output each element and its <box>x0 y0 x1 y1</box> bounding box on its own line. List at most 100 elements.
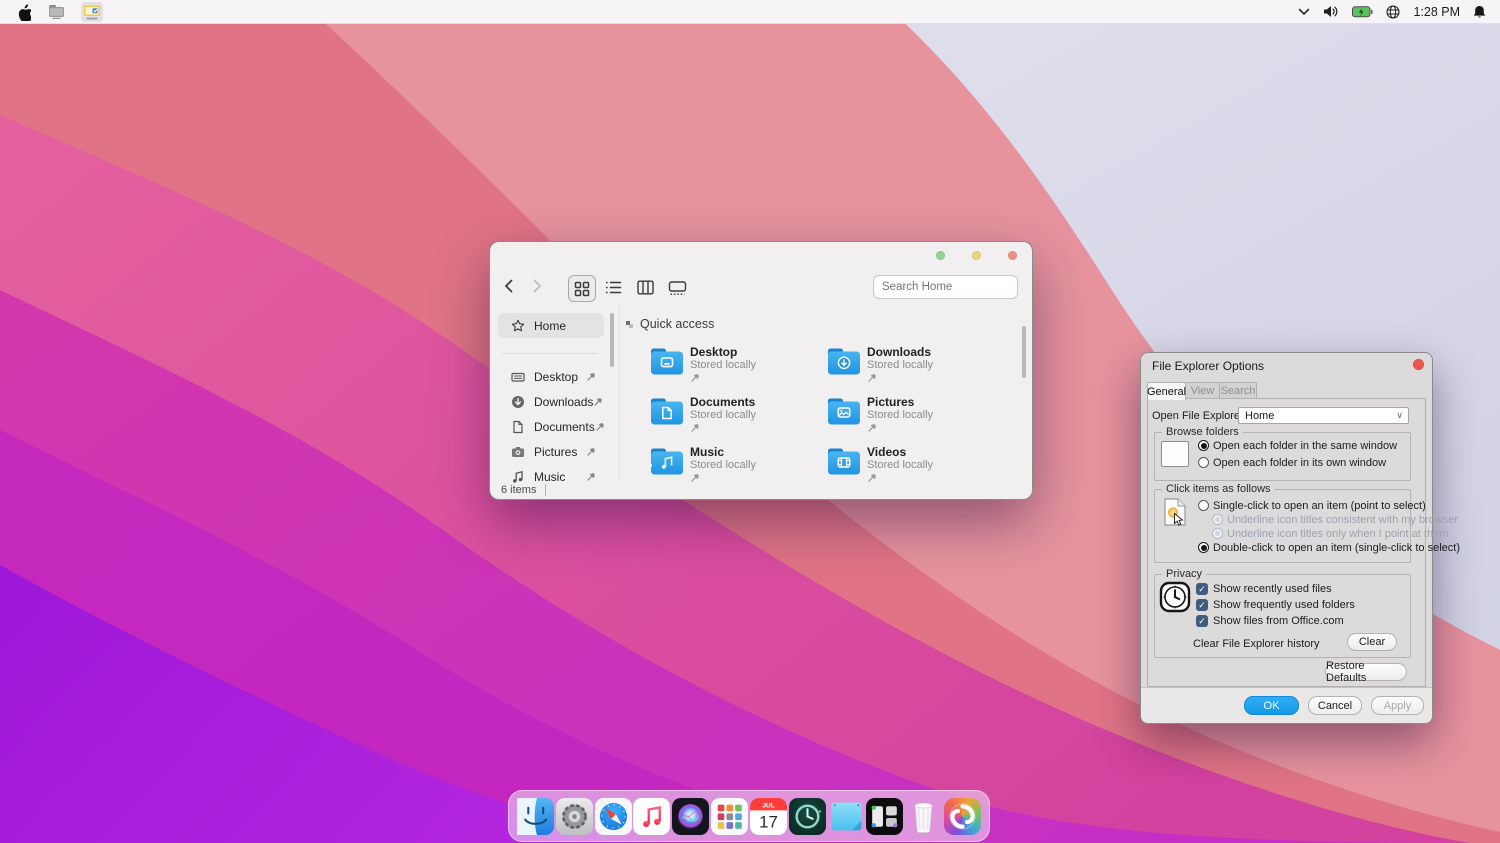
sidebar-item-downloads[interactable]: Downloads <box>498 389 604 414</box>
checkbox-recent-files[interactable]: ✓ <box>1196 583 1208 595</box>
sidebar-scrollbar[interactable] <box>610 313 614 367</box>
quick-access-header[interactable]: Quick access <box>626 317 714 331</box>
checkbox-recent-files-label[interactable]: Show recently used files <box>1213 583 1332 595</box>
radio-same-window-label[interactable]: Open each folder in the same window <box>1213 440 1397 452</box>
browse-folders-legend: Browse folders <box>1162 426 1243 438</box>
explorer-options-app-icon[interactable] <box>81 2 103 22</box>
pictures-icon <box>511 445 525 459</box>
finder-icon[interactable] <box>517 798 554 835</box>
sidebar-item-desktop[interactable]: Desktop <box>498 364 604 389</box>
menu-clock[interactable]: 1:28 PM <box>1413 5 1460 19</box>
siri-icon[interactable] <box>672 798 709 835</box>
tile-name: Desktop <box>690 345 737 359</box>
folder-music-icon <box>650 447 684 476</box>
clear-button[interactable]: Clear <box>1347 633 1397 651</box>
radio-own-window-label[interactable]: Open each folder in its own window <box>1213 457 1386 469</box>
files-app-icon[interactable] <box>45 2 67 22</box>
minimize-traffic-light[interactable] <box>936 251 945 260</box>
calendar-month: JUL <box>762 802 775 809</box>
back-icon[interactable] <box>501 278 517 294</box>
status-bar: 6 items <box>501 484 546 496</box>
radio-single-click[interactable] <box>1198 500 1209 511</box>
sidebar-item-home[interactable]: Home <box>498 313 604 338</box>
folder-tile-documents[interactable]: Documents Stored locally <box>650 395 820 437</box>
radio-underline-point <box>1212 528 1223 539</box>
checkbox-office-files-label[interactable]: Show files from Office.com <box>1213 615 1344 627</box>
open-to-dropdown[interactable]: Home ∨ <box>1238 407 1409 424</box>
sidebar-label: Downloads <box>534 395 593 409</box>
dialog-close-icon[interactable] <box>1413 359 1424 370</box>
sidebar-label: Music <box>534 470 565 484</box>
gallery-view-icon[interactable] <box>664 275 690 300</box>
file-explorer-options-dialog: File Explorer Options General View Searc… <box>1140 352 1433 724</box>
folder-tile-videos[interactable]: Videos Stored locally <box>827 445 997 487</box>
checkbox-frequent-folders-label[interactable]: Show frequently used folders <box>1213 599 1355 611</box>
pin-icon <box>690 473 700 483</box>
tile-subtitle: Stored locally <box>690 359 756 371</box>
chevron-down-icon[interactable] <box>1298 8 1310 16</box>
tab-search[interactable]: Search <box>1219 382 1257 399</box>
cancel-button[interactable]: Cancel <box>1308 696 1362 715</box>
grid-view-icon[interactable] <box>568 275 596 302</box>
color-swirl-app-icon[interactable] <box>944 798 981 835</box>
click-items-group: Click items as follows Single-click to o… <box>1154 489 1411 563</box>
checkbox-office-files[interactable]: ✓ <box>1196 615 1208 627</box>
downloads-icon <box>511 395 525 409</box>
battery-icon[interactable] <box>1352 6 1373 18</box>
safari-icon[interactable] <box>595 798 632 835</box>
tab-general[interactable]: General <box>1147 382 1186 400</box>
apply-button: Apply <box>1371 696 1424 715</box>
pin-icon <box>593 397 603 407</box>
sidebar-item-pictures[interactable]: Pictures <box>498 439 604 464</box>
folder-tile-desktop[interactable]: Desktop Stored locally <box>650 345 820 387</box>
list-view-icon[interactable] <box>600 275 626 300</box>
time-machine-icon[interactable] <box>789 798 826 835</box>
apple-logo[interactable] <box>16 3 31 21</box>
radio-double-click-label[interactable]: Double-click to open an item (single-cli… <box>1213 542 1460 554</box>
trash-icon[interactable] <box>905 798 942 835</box>
radio-underline-point-label: Underline icon titles only when I point … <box>1227 528 1448 540</box>
radio-own-window[interactable] <box>1198 457 1209 468</box>
expand-icon <box>626 321 633 328</box>
sidebar-item-documents[interactable]: Documents <box>498 414 604 439</box>
globe-icon[interactable] <box>1386 5 1400 19</box>
radio-underline-consistent-label: Underline icon titles consistent with my… <box>1227 514 1458 526</box>
folder-tile-downloads[interactable]: Downloads Stored locally <box>827 345 997 387</box>
pin-icon <box>586 472 596 482</box>
tab-view[interactable]: View <box>1185 382 1220 399</box>
radio-same-window[interactable] <box>1198 440 1209 451</box>
tile-name: Downloads <box>867 345 931 359</box>
home-star-icon <box>511 319 525 333</box>
privacy-legend: Privacy <box>1162 568 1206 580</box>
launchpad-icon[interactable] <box>711 798 748 835</box>
forward-icon[interactable] <box>529 278 545 294</box>
search-input[interactable] <box>873 275 1018 299</box>
quick-access-label: Quick access <box>640 317 714 331</box>
music-app-icon[interactable] <box>633 798 670 835</box>
stickies-icon[interactable] <box>828 798 865 835</box>
window-manager-icon[interactable] <box>866 798 903 835</box>
click-items-legend: Click items as follows <box>1162 483 1275 495</box>
browse-folders-group: Browse folders Open each folder in the s… <box>1154 432 1411 481</box>
volume-icon[interactable] <box>1323 5 1339 18</box>
radio-underline-consistent <box>1212 514 1223 525</box>
checkbox-frequent-folders[interactable]: ✓ <box>1196 599 1208 611</box>
notification-bell-icon[interactable] <box>1473 5 1486 19</box>
restore-defaults-button[interactable]: Restore Defaults <box>1325 663 1407 681</box>
radio-double-click[interactable] <box>1198 542 1209 553</box>
folder-tile-music[interactable]: Music Stored locally <box>650 445 820 487</box>
ok-button[interactable]: OK <box>1244 696 1299 715</box>
close-traffic-light[interactable] <box>1008 251 1017 260</box>
radio-single-click-label[interactable]: Single-click to open an item (point to s… <box>1213 500 1426 512</box>
folder-tile-pictures[interactable]: Pictures Stored locally <box>827 395 997 437</box>
tile-name: Documents <box>690 395 755 409</box>
content-scrollbar[interactable] <box>1022 326 1026 378</box>
zoom-traffic-light[interactable] <box>972 251 981 260</box>
columns-view-icon[interactable] <box>632 275 658 300</box>
system-settings-icon[interactable] <box>556 798 593 835</box>
browse-folders-icon <box>1161 441 1189 467</box>
folder-videos-icon <box>827 447 861 476</box>
menu-bar: 1:28 PM <box>0 0 1500 24</box>
calendar-icon[interactable]: JUL17 <box>750 798 787 835</box>
file-explorer-window: Home Desktop Downloads Documents Picture… <box>489 241 1033 500</box>
